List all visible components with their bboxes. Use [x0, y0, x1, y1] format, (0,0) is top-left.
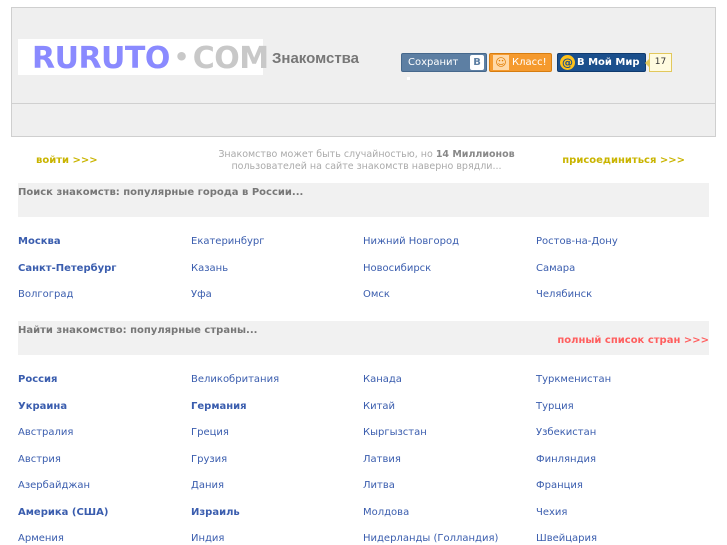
city-link[interactable]: Омск	[363, 289, 390, 300]
cities-section-header: Поиск знакомств: популярные города в Рос…	[18, 183, 709, 217]
header-frame: RURUTO • COM Знакомства Сохранит В ☺ Класс…	[11, 7, 716, 137]
country-link[interactable]: Канада	[363, 374, 402, 385]
city-link[interactable]: Челябинск	[536, 289, 592, 300]
countries-section-header: Найти знакомство: популярные страны... п…	[18, 321, 709, 355]
country-link[interactable]: Турция	[536, 401, 574, 412]
vk-share-button[interactable]: Сохранит В	[401, 53, 487, 72]
moy-mir-button[interactable]: @ В Мой Мир	[557, 53, 646, 72]
country-link[interactable]: Чехия	[536, 507, 567, 518]
ok-class-button[interactable]: ☺ Класс!	[489, 53, 552, 72]
country-link[interactable]: Литва	[363, 480, 395, 491]
city-link[interactable]: Новосибирск	[363, 263, 431, 274]
country-link[interactable]: Австралия	[18, 427, 73, 438]
country-link[interactable]: Кыргызстан	[363, 427, 427, 438]
odnoklassniki-icon: ☺	[493, 55, 509, 70]
share-counter: 17	[645, 53, 672, 72]
country-link[interactable]: Китай	[363, 401, 395, 412]
country-link[interactable]: Великобритания	[191, 374, 279, 385]
moy-mir-label: В Мой Мир	[577, 57, 640, 68]
full-country-list-link[interactable]: полный список стран >>>	[557, 335, 709, 346]
country-link[interactable]: Франция	[536, 480, 583, 491]
country-link[interactable]: Узбекистан	[536, 427, 596, 438]
country-link[interactable]: Азербайджан	[18, 480, 90, 491]
main-content: войти >>> Знакомство может быть случайно…	[18, 138, 709, 545]
promo-after: пользователей на сайте знакомств наверно…	[231, 161, 502, 172]
city-link[interactable]: Самара	[536, 263, 575, 274]
city-link[interactable]: Екатеринбург	[191, 236, 265, 247]
city-link[interactable]: Уфа	[191, 289, 212, 300]
city-link[interactable]: Санкт-Петербург	[18, 263, 117, 274]
country-link[interactable]: Финляндия	[536, 454, 596, 465]
logo-dot: •	[173, 43, 189, 71]
countries-section-title: Найти знакомство: популярные страны...	[18, 325, 258, 336]
cities-section-title: Поиск знакомств: популярные города в Рос…	[18, 187, 304, 198]
country-link[interactable]: Индия	[191, 533, 224, 544]
vk-share-label: Сохранит	[408, 57, 459, 68]
country-link[interactable]: Россия	[18, 374, 57, 385]
city-link[interactable]: Нижний Новгород	[363, 236, 459, 247]
country-link[interactable]: Молдова	[363, 507, 409, 518]
country-link[interactable]: Дания	[191, 480, 224, 491]
country-link[interactable]: Израиль	[191, 507, 240, 518]
ok-class-label: Класс!	[512, 57, 547, 68]
city-link[interactable]: Москва	[18, 236, 61, 247]
promo-count: 14 Миллионов	[435, 149, 515, 160]
city-link[interactable]: Ростов-на-Дону	[536, 236, 618, 247]
promo-text: Знакомство может быть случайностью, но 1…	[194, 149, 539, 173]
country-link[interactable]: Нидерланды (Голландия)	[363, 533, 498, 544]
country-link[interactable]: Грузия	[191, 454, 227, 465]
promo-before: Знакомство может быть случайностью, но	[218, 149, 436, 160]
country-link[interactable]: Австрия	[18, 454, 61, 465]
site-tagline: Знакомства	[272, 50, 360, 67]
country-link[interactable]: Греция	[191, 427, 229, 438]
country-link[interactable]: Армения	[18, 533, 64, 544]
mail-ru-at-icon: @	[560, 55, 575, 70]
header-divider	[12, 103, 715, 104]
logo-main: RURUTO	[32, 41, 170, 76]
share-pointer-icon	[407, 77, 410, 80]
logo-com: COM	[192, 41, 269, 76]
city-link[interactable]: Казань	[191, 263, 228, 274]
country-link[interactable]: Америка (США)	[18, 507, 108, 518]
city-link[interactable]: Волгоград	[18, 289, 73, 300]
country-link[interactable]: Швейцария	[536, 533, 597, 544]
login-link[interactable]: войти >>>	[36, 155, 98, 166]
site-logo[interactable]: RURUTO • COM	[18, 39, 269, 76]
country-link[interactable]: Украина	[18, 401, 67, 412]
country-link[interactable]: Латвия	[363, 454, 401, 465]
join-link[interactable]: присоединиться >>>	[562, 155, 685, 166]
country-link[interactable]: Туркменистан	[536, 374, 611, 385]
vk-icon: В	[470, 55, 484, 70]
country-link[interactable]: Германия	[191, 401, 247, 412]
